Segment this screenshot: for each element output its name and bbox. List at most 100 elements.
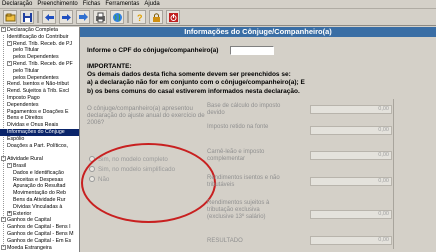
resultado-field[interactable]: 0,00 xyxy=(310,236,392,245)
red-highlight-ellipse xyxy=(81,143,216,223)
save-button[interactable] xyxy=(20,10,34,24)
tree-item[interactable]: - Rend. Trib. Receb. de PF xyxy=(0,61,79,68)
tree-item-label: Movimentação do Reb xyxy=(13,190,66,197)
collapse-icon[interactable]: - xyxy=(7,61,12,67)
important-heading: IMPORTANTE: xyxy=(87,63,132,70)
help-button[interactable]: ? xyxy=(132,10,146,24)
expand-icon[interactable]: + xyxy=(7,211,12,216)
carne-leao-field[interactable]: 0,00 xyxy=(310,151,392,160)
collapse-icon[interactable]: - xyxy=(1,27,6,33)
collapse-icon[interactable]: - xyxy=(1,217,6,223)
tree-item[interactable]: Ganhos de Capital - Em Es xyxy=(0,238,79,245)
tree-item-label: Bens da Atividade Rur xyxy=(13,196,66,203)
tree-item-label: Dívidas Vinculadas à xyxy=(13,203,63,210)
back-button[interactable] xyxy=(42,10,56,24)
tree-item[interactable]: Rend. Sujeitos à Trib. Excl xyxy=(0,88,79,95)
forward-icon xyxy=(61,13,71,21)
tree-item[interactable]: Apuração do Resultad xyxy=(0,183,79,190)
print-icon xyxy=(95,12,105,22)
menu-ajuda[interactable]: Ajuda xyxy=(144,0,159,8)
tree-item-label: Dados e Identificação xyxy=(13,169,64,176)
rend-exclusiva-field[interactable]: 0,00 xyxy=(310,210,392,219)
imposto-retido-field[interactable]: 0,00 xyxy=(310,126,392,135)
tree-item[interactable]: Doações a Part. Políticos, xyxy=(0,143,79,150)
tree-item[interactable]: Informações do Cônjuge xyxy=(0,128,79,136)
tree-item[interactable]: pelo Titular xyxy=(0,68,79,75)
base-calculo-field[interactable]: 0,00 xyxy=(310,105,392,114)
declaration-question: O cônjuge/companheiro(a) apresentou decl… xyxy=(87,105,205,127)
tree-item-label: Ganhos de Capital xyxy=(7,217,51,224)
imposto-retido-label: Imposto retido na fonte xyxy=(207,124,269,130)
tree-item[interactable]: Receitas e Despesas xyxy=(0,177,79,184)
tree-item[interactable]: - Atividade Rural xyxy=(0,156,79,163)
cpf-input[interactable] xyxy=(230,46,274,55)
important-notice: IMPORTANTE: Os demais dados desta ficha … xyxy=(87,63,432,96)
tree-item-label: Bens e Direitos xyxy=(7,115,43,122)
tree-item-label: Brasil xyxy=(13,162,27,169)
tree-item[interactable]: Rend. Isentos e Não-tribut xyxy=(0,81,79,88)
menu-preenchimento[interactable]: Preenchimento xyxy=(37,0,77,8)
tree-item[interactable]: Movimentação do Reb xyxy=(0,190,79,197)
forward-button[interactable] xyxy=(59,10,73,24)
globe-button[interactable] xyxy=(110,10,124,24)
menu-declaracao[interactable]: Declaração xyxy=(2,0,32,8)
rend-isentos-label: Rendimentos isentos e não tributáveis xyxy=(207,175,280,188)
tree-item-label: pelos Dependentes xyxy=(13,74,59,81)
open-icon xyxy=(5,13,15,21)
tree-item-label: Exterior xyxy=(13,210,32,217)
tree-item[interactable]: Dívidas e Ônus Reais xyxy=(0,122,79,129)
tree-item[interactable]: - Brasil xyxy=(0,163,79,170)
tree-item[interactable]: - Rend. Trib. Receb. de PJ xyxy=(0,41,79,48)
tree-item[interactable]: Ganhos de Capital - Bens M xyxy=(0,231,79,238)
important-line: b) os bens comuns do casal estiverem inf… xyxy=(87,87,300,95)
tree-item[interactable]: pelo Titular xyxy=(0,47,79,54)
lock-icon xyxy=(152,12,160,22)
tree-item[interactable]: Dados e Identificação xyxy=(0,170,79,177)
spouse-info-panel: Informações do Cônjuge/Companheiro(a) In… xyxy=(80,27,436,252)
tree-item-label: Ganhos de Capital - Bens I xyxy=(7,224,71,231)
tree-item[interactable]: Bens e Direitos xyxy=(0,115,79,122)
tree-item-label: Rend. Isentos e Não-tribut xyxy=(7,81,69,88)
tree-item[interactable]: Espólio xyxy=(0,136,79,143)
resultado-label: RESULTADO xyxy=(207,238,243,244)
tree-item-label: Rend. Sujeitos à Trib. Excl xyxy=(7,88,70,95)
import-icon xyxy=(78,12,88,21)
tree-item[interactable]: - Ganhos de Capital xyxy=(0,217,79,224)
tree-item-label: Atividade Rural xyxy=(7,156,43,163)
power-button[interactable] xyxy=(166,10,180,24)
help-icon: ? xyxy=(137,13,143,23)
globe-icon xyxy=(112,12,122,22)
tree-item[interactable]: pelos Dependentes xyxy=(0,54,79,61)
tree-item[interactable]: Imposto Pago xyxy=(0,95,79,102)
menu-fichas[interactable]: Fichas xyxy=(83,0,101,8)
tree-item[interactable]: + Exterior xyxy=(0,211,79,218)
tree-item[interactable]: Dependentes xyxy=(0,102,79,109)
tree-item[interactable]: - Moeda Estrangeira xyxy=(0,245,79,252)
collapse-icon[interactable]: - xyxy=(1,245,6,250)
lock-button[interactable] xyxy=(149,10,163,24)
toolbar: ? xyxy=(0,9,436,26)
import-button[interactable] xyxy=(76,10,90,24)
print-button[interactable] xyxy=(93,10,107,24)
collapse-icon[interactable]: - xyxy=(7,163,12,169)
tree-item[interactable]: pelos Dependentes xyxy=(0,75,79,82)
tree-item[interactable]: Ganhos de Capital - Bens I xyxy=(0,224,79,231)
tree-item[interactable]: Pagamentos e Doações E xyxy=(0,109,79,116)
tree-item[interactable]: Bens da Atividade Rur xyxy=(0,197,79,204)
menu-ferramentas[interactable]: Ferramentas xyxy=(105,0,139,8)
tree-item-label: Ganhos de Capital - Em Es xyxy=(7,237,72,244)
open-button[interactable] xyxy=(3,10,17,24)
menu-bar: Declaração Preenchimento Fichas Ferramen… xyxy=(0,0,436,9)
tree-item[interactable]: Identificação do Contribuir xyxy=(0,34,79,41)
tree-item[interactable]: Dívidas Vinculadas à xyxy=(0,204,79,211)
tree-item-label: Identificação do Contribuir xyxy=(7,33,69,40)
collapse-icon[interactable]: - xyxy=(7,41,12,46)
tree-item-label: pelos Dependentes xyxy=(13,54,59,61)
rend-isentos-field[interactable]: 0,00 xyxy=(310,177,392,186)
collapse-icon[interactable]: - xyxy=(1,156,6,162)
carne-leao-label: Carnê-leão e imposto complementar xyxy=(207,149,265,162)
tree-item[interactable] xyxy=(0,149,79,156)
important-line: Os demais dados desta ficha somente deve… xyxy=(87,71,291,79)
tree-item[interactable]: - Declaração Completa xyxy=(0,27,79,34)
tree-item-label: Dependentes xyxy=(7,101,39,108)
